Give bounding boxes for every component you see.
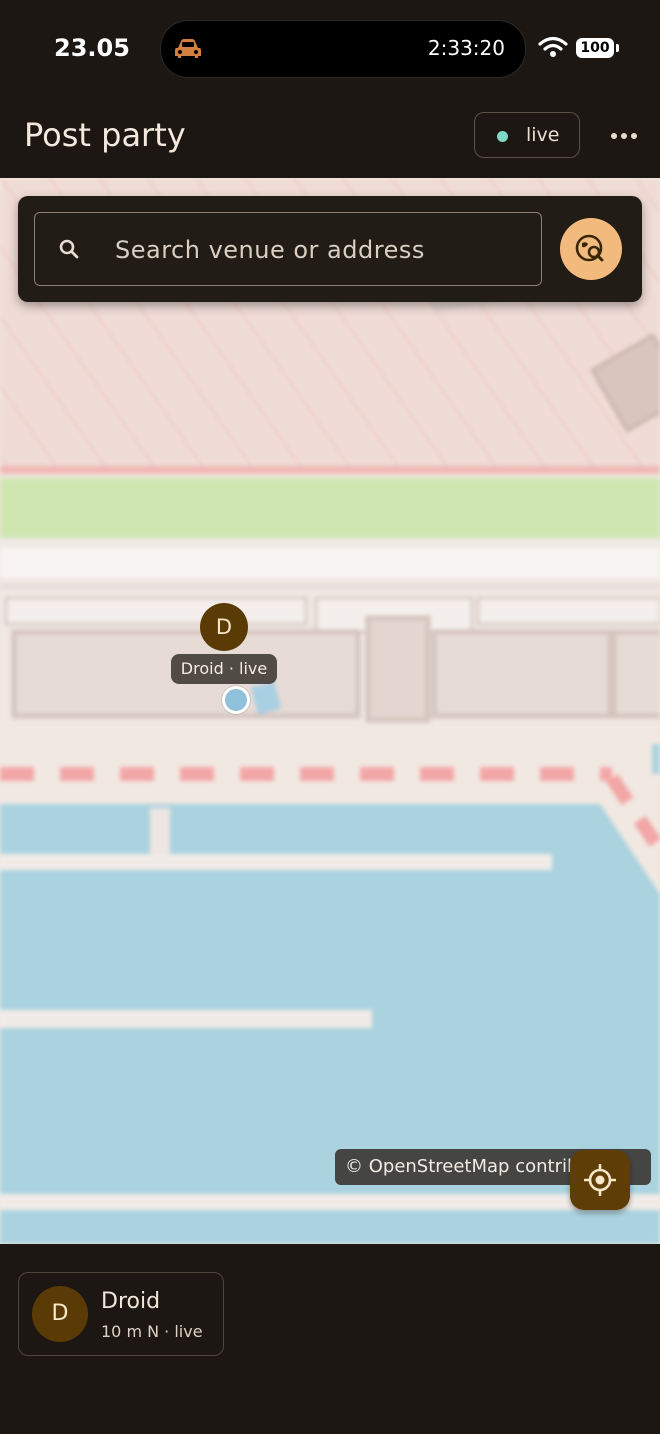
search-icon bbox=[57, 237, 81, 265]
status-bar: 23.05 2:33:20 100 bbox=[0, 0, 660, 96]
member-name: Droid bbox=[101, 1289, 161, 1314]
my-location-icon bbox=[584, 1164, 616, 1196]
page-title: Post party bbox=[24, 116, 186, 154]
search-field[interactable] bbox=[34, 212, 542, 286]
live-status-chip[interactable]: live bbox=[474, 112, 580, 158]
location-search-button[interactable] bbox=[560, 218, 622, 280]
members-panel: D Droid 10 m N · live bbox=[0, 1244, 660, 1434]
battery-icon: 100 bbox=[576, 38, 619, 58]
wifi-icon bbox=[538, 36, 568, 62]
more-horizontal-icon[interactable] bbox=[606, 124, 642, 148]
map-member-marker[interactable]: D bbox=[200, 603, 248, 651]
status-time: 23.05 bbox=[54, 34, 130, 62]
dynamic-island[interactable]: 2:33:20 bbox=[160, 20, 526, 78]
location-search-icon bbox=[575, 234, 604, 262]
car-icon bbox=[173, 35, 203, 65]
map-member-label: Droid · live bbox=[171, 654, 277, 684]
current-location-dot bbox=[222, 686, 250, 714]
app-bar: Post party live bbox=[0, 96, 660, 178]
member-status: 10 m N · live bbox=[101, 1322, 203, 1341]
recenter-button[interactable] bbox=[570, 1150, 630, 1210]
search-input[interactable] bbox=[113, 231, 527, 269]
avatar: D bbox=[32, 1286, 88, 1342]
live-activity-timer: 2:33:20 bbox=[427, 36, 505, 60]
search-card bbox=[18, 196, 642, 302]
live-status-label: live bbox=[526, 124, 560, 146]
map-tiles bbox=[0, 178, 660, 1244]
member-card[interactable]: D Droid 10 m N · live bbox=[18, 1272, 224, 1356]
map-view[interactable] bbox=[0, 178, 660, 1244]
live-dot-icon bbox=[497, 131, 508, 142]
